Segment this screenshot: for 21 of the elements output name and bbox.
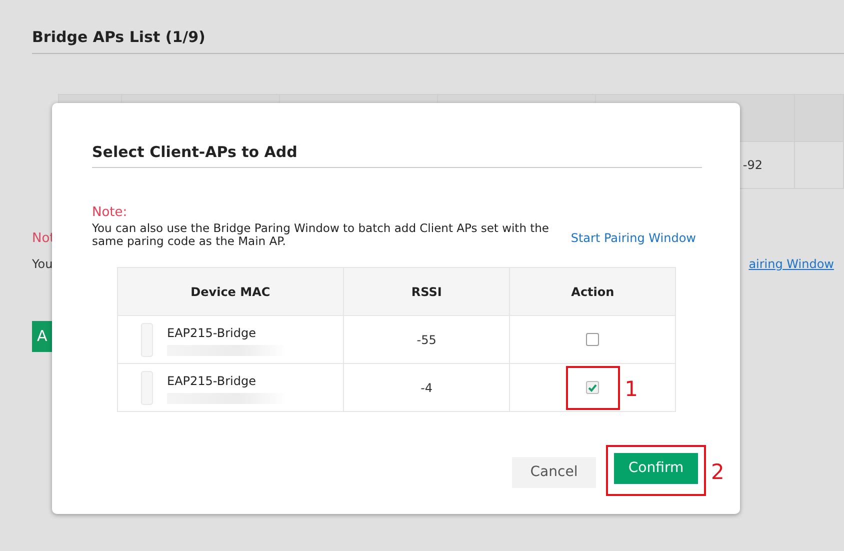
note-text: You: [32, 256, 53, 273]
device-name: EAP215-Bridge: [167, 324, 257, 342]
note-label: Note:: [92, 204, 128, 222]
table-cell: -92: [742, 158, 762, 172]
annotation-number: 2: [711, 458, 724, 486]
pairing-link[interactable]: airing Window: [748, 255, 834, 273]
page-title: Bridge APs List (1/9): [32, 27, 206, 47]
table-cell: -4: [343, 364, 510, 412]
table-cell: -55: [343, 316, 510, 364]
dialog-title: Select Client-APs to Add: [92, 141, 702, 168]
column-header: RSSI: [343, 268, 510, 316]
column-header: Device MAC: [118, 268, 344, 316]
checkbox[interactable]: [586, 381, 600, 394]
confirm-button[interactable]: Confirm: [614, 453, 698, 484]
column-header: Action: [510, 268, 676, 316]
checkbox[interactable]: [586, 333, 600, 346]
device-name: EAP215-Bridge: [167, 372, 257, 390]
start-pairing-link[interactable]: Start Pairing Window: [570, 229, 696, 247]
note-text: You can also use the Bridge Paring Window to batch add Client APs set with the same paring code as the Main AP.: [92, 222, 550, 248]
annotation-number: 1: [624, 376, 638, 402]
cancel-button[interactable]: Cancel: [512, 457, 596, 488]
